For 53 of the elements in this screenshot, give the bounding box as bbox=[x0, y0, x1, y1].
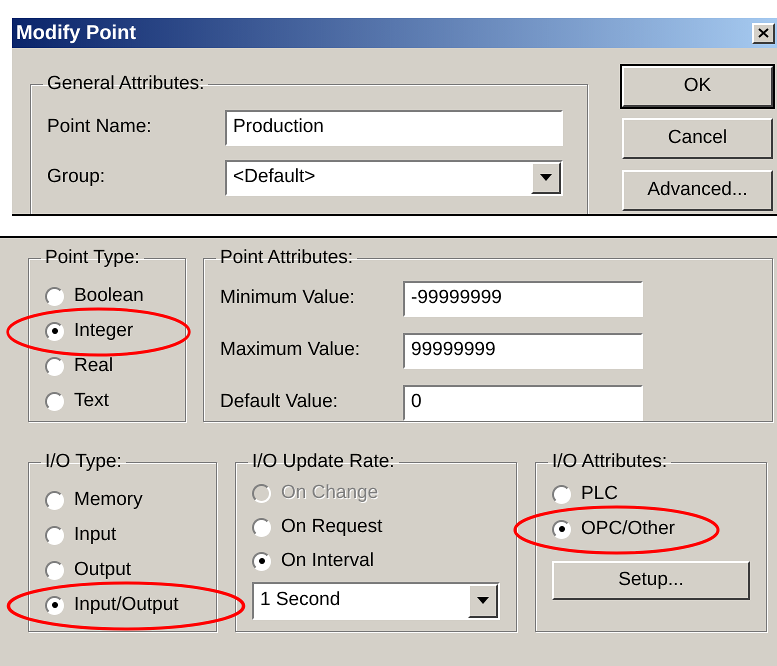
radio-label: On Request bbox=[281, 514, 382, 539]
group-title: I/O Type: bbox=[44, 450, 123, 474]
radio-label: Memory bbox=[74, 488, 143, 512]
window-title: Modify Point bbox=[16, 21, 136, 46]
radio-button[interactable] bbox=[45, 286, 64, 306]
interval-dropdown[interactable]: 1 Second bbox=[252, 582, 500, 620]
radio-button[interactable] bbox=[45, 490, 64, 510]
radio-button[interactable] bbox=[552, 484, 571, 504]
field-label: Default Value: bbox=[220, 390, 339, 414]
caret-icon bbox=[540, 174, 552, 181]
dialog-button[interactable]: Cancel bbox=[622, 118, 773, 159]
radio-button[interactable] bbox=[45, 596, 64, 614]
radio-button[interactable] bbox=[45, 392, 64, 410]
setup-button[interactable]: Setup... bbox=[552, 560, 750, 600]
close-button[interactable] bbox=[752, 22, 775, 44]
text-field[interactable]: Production bbox=[225, 110, 563, 146]
radio-label: Integer bbox=[74, 318, 134, 343]
radio-label: Boolean bbox=[74, 284, 144, 308]
group-title: I/O Attributes: bbox=[551, 450, 668, 474]
value-field[interactable]: 99999999 bbox=[403, 332, 643, 368]
radio-button[interactable] bbox=[45, 526, 64, 544]
radio-button[interactable] bbox=[252, 552, 271, 570]
radio-label: Input/Output bbox=[74, 592, 179, 617]
radio-label: PLC bbox=[581, 482, 618, 506]
radio-label: On Interval bbox=[281, 548, 374, 573]
dialog-button[interactable]: OK bbox=[622, 66, 773, 107]
radio-button[interactable] bbox=[45, 356, 64, 376]
group-title: I/O Update Rate: bbox=[251, 450, 396, 474]
close-icon bbox=[758, 28, 769, 38]
radio-button[interactable] bbox=[252, 518, 271, 536]
value-field[interactable]: 0 bbox=[403, 384, 643, 420]
caret-icon bbox=[477, 597, 489, 604]
field-label: Group: bbox=[47, 165, 106, 190]
dropdown-button[interactable] bbox=[531, 162, 561, 194]
radio-button[interactable] bbox=[45, 560, 64, 580]
radio-button[interactable] bbox=[552, 520, 571, 538]
radio-label: Input bbox=[74, 522, 116, 547]
radio-label: On Change bbox=[281, 480, 378, 505]
field-label: Minimum Value: bbox=[220, 286, 356, 310]
group-title: Point Type: bbox=[44, 246, 141, 270]
group-title: Point Attributes: bbox=[219, 246, 354, 270]
group-dropdown[interactable]: <Default> bbox=[225, 160, 563, 196]
radio-label: Real bbox=[74, 354, 114, 378]
value-field[interactable]: -99999999 bbox=[403, 280, 643, 316]
radio-label: OPC/Other bbox=[581, 516, 675, 541]
field-label: Point Name: bbox=[47, 115, 153, 140]
dropdown-button[interactable] bbox=[468, 584, 498, 618]
radio-label: Output bbox=[74, 558, 132, 582]
radio-button[interactable] bbox=[45, 322, 64, 340]
dialog-button[interactable]: Advanced... bbox=[622, 170, 773, 211]
group-title: General Attributes: bbox=[46, 72, 206, 96]
radio-label: Text bbox=[74, 388, 109, 413]
field-label: Maximum Value: bbox=[220, 338, 362, 362]
